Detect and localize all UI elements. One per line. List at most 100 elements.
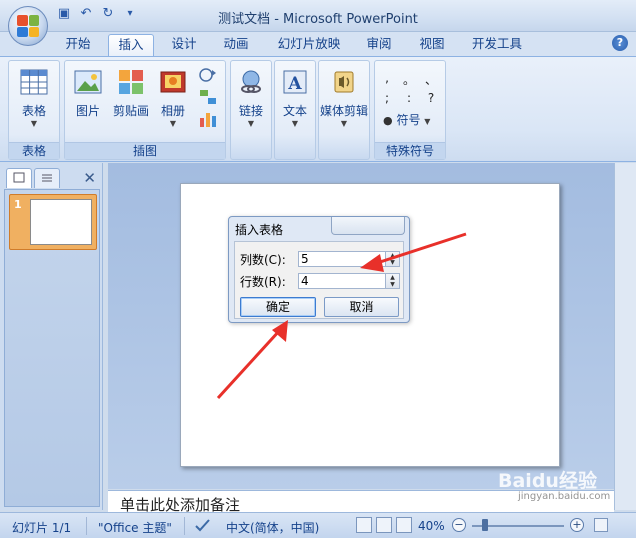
- tab-animations[interactable]: 动画: [214, 34, 258, 56]
- media-clip-button[interactable]: 媒体剪辑 ▼: [319, 67, 369, 129]
- photo-album-button[interactable]: 相册 ▼: [155, 67, 191, 129]
- smartart-icon: [200, 90, 216, 104]
- group-label-symbols: 特殊符号: [375, 142, 445, 159]
- symbol-char[interactable]: 。: [403, 71, 415, 88]
- title-bar: ▣ ↶ ↻ ▾ 测试文档 - Microsoft PowerPoint: [0, 0, 636, 32]
- symbol-char[interactable]: ;: [381, 91, 393, 105]
- language-indicator[interactable]: 中文(简体，中国): [226, 519, 319, 536]
- links-button-label: 链接: [238, 104, 263, 118]
- dialog-close-button[interactable]: [331, 217, 405, 235]
- symbol-button[interactable]: ● 符号 ▼: [383, 111, 443, 128]
- slides-pane: ✕ 1: [0, 163, 103, 510]
- outline-tab[interactable]: [34, 168, 60, 188]
- zoom-in-icon[interactable]: +: [570, 518, 584, 532]
- slide-thumbnails: 1: [4, 189, 100, 507]
- symbol-char[interactable]: :: [403, 91, 415, 105]
- ribbon-group-links: 链接 ▼: [230, 60, 272, 160]
- symbol-char[interactable]: 、: [425, 71, 437, 88]
- slides-tab[interactable]: [6, 168, 32, 188]
- dialog-title: 插入表格: [235, 223, 284, 237]
- ribbon-group-media: 媒体剪辑 ▼: [318, 60, 370, 160]
- chevron-down-icon: ▼: [169, 119, 177, 128]
- zoom-out-icon[interactable]: −: [452, 518, 466, 532]
- status-separator: [184, 517, 185, 535]
- tab-slideshow[interactable]: 幻灯片放映: [268, 34, 350, 56]
- text-button[interactable]: A 文本 ▼: [277, 67, 313, 129]
- watermark-logo: Baidu经验: [498, 470, 597, 492]
- help-icon[interactable]: ?: [612, 35, 628, 51]
- rows-input[interactable]: 4 ▲ ▼: [298, 273, 400, 289]
- clipart-button-label: 剪贴画: [112, 104, 149, 118]
- theme-name: "Office 主题": [98, 521, 172, 535]
- office-logo-icon: [17, 15, 39, 37]
- clipart-icon: [119, 70, 143, 94]
- status-bar: 幻灯片 1/1 "Office 主题" 中文(简体，中国) 40% − +: [0, 512, 636, 538]
- ribbon-group-table: 表格 ▼ 表格: [8, 60, 60, 160]
- fit-to-window-icon[interactable]: [594, 518, 608, 532]
- cancel-button[interactable]: 取消: [324, 297, 399, 317]
- watermark-url: jingyan.baidu.com: [518, 491, 611, 502]
- zoom-slider-thumb[interactable]: [482, 519, 488, 531]
- media-clip-button-label: 媒体剪辑: [319, 104, 368, 118]
- columns-value: 5: [301, 252, 309, 266]
- link-icon: [241, 70, 261, 93]
- chevron-down-icon: ▼: [291, 119, 299, 128]
- rows-spinner[interactable]: ▲ ▼: [385, 274, 399, 288]
- symbol-bullet-icon: ●: [383, 114, 393, 127]
- slide-sorter-button[interactable]: [376, 517, 392, 533]
- slideshow-view-button[interactable]: [396, 517, 412, 533]
- shapes-button[interactable]: [195, 65, 221, 88]
- media-clip-icon: [334, 71, 354, 93]
- table-button-label: 表格: [21, 104, 46, 118]
- chevron-down-icon: ▼: [424, 117, 431, 126]
- chevron-down-icon: ▼: [247, 119, 255, 128]
- insert-table-dialog: 插入表格 列数(C): 5 ▲ ▼ 行数(R): 4 ▲ ▼ 确定 取消: [228, 216, 410, 323]
- ribbon: 表格 ▼ 表格 图片 剪贴画 相册 ▼ 插图 链接 ▼ A 文本 ▼ 媒体剪辑 …: [0, 56, 636, 162]
- tab-review[interactable]: 审阅: [358, 34, 400, 56]
- chart-icon: [200, 113, 216, 127]
- clipart-button[interactable]: 剪贴画: [109, 67, 153, 119]
- smartart-button[interactable]: [195, 87, 221, 110]
- spellcheck-icon[interactable]: [194, 517, 212, 536]
- normal-view-button[interactable]: [356, 517, 372, 533]
- tab-developer[interactable]: 开发工具: [462, 34, 532, 56]
- symbol-button-label: 符号: [396, 113, 421, 127]
- svg-text:A: A: [287, 74, 302, 94]
- ribbon-tabs: 开始 插入 设计 动画 幻灯片放映 审阅 视图 开发工具 ?: [0, 32, 636, 56]
- symbol-char[interactable]: ?: [425, 91, 437, 105]
- ok-button[interactable]: 确定: [240, 297, 316, 317]
- zoom-level[interactable]: 40%: [418, 519, 445, 533]
- tab-design[interactable]: 设计: [162, 34, 206, 56]
- text-button-label: 文本: [282, 104, 307, 118]
- rows-value: 4: [301, 274, 309, 288]
- tab-insert[interactable]: 插入: [108, 34, 154, 56]
- photo-album-button-label: 相册: [160, 104, 185, 118]
- outline-tab-icon: [42, 174, 52, 182]
- columns-input[interactable]: 5 ▲ ▼: [298, 251, 400, 267]
- tab-view[interactable]: 视图: [410, 34, 454, 56]
- slide-counter: 幻灯片 1/1: [12, 521, 72, 535]
- columns-label: 列数(C):: [240, 253, 286, 267]
- vertical-scrollbar[interactable]: [614, 163, 636, 510]
- table-icon: [20, 69, 48, 95]
- tab-home[interactable]: 开始: [58, 34, 98, 56]
- window-title: 测试文档 - Microsoft PowerPoint: [218, 12, 418, 27]
- slide-thumbnail-preview: [30, 199, 92, 245]
- picture-button-label: 图片: [75, 104, 100, 118]
- slide-thumbnail-number: 1: [14, 198, 22, 211]
- table-button[interactable]: 表格 ▼: [11, 67, 57, 129]
- close-icon[interactable]: ✕: [83, 169, 96, 187]
- symbol-char[interactable]: ,: [381, 71, 393, 85]
- chevron-down-icon: ▼: [340, 119, 348, 128]
- columns-spinner[interactable]: ▲ ▼: [385, 252, 399, 266]
- slides-pane-tabs: ✕: [4, 167, 102, 189]
- text-icon: A: [283, 70, 307, 94]
- group-label-illustrations: 插图: [65, 142, 225, 159]
- status-separator: [86, 517, 87, 535]
- links-button[interactable]: 链接 ▼: [233, 67, 269, 129]
- office-button[interactable]: [8, 6, 48, 46]
- photo-album-icon: [160, 71, 186, 93]
- slide-thumbnail[interactable]: 1: [9, 194, 97, 250]
- chart-button[interactable]: [195, 109, 221, 132]
- picture-button[interactable]: 图片: [69, 67, 107, 119]
